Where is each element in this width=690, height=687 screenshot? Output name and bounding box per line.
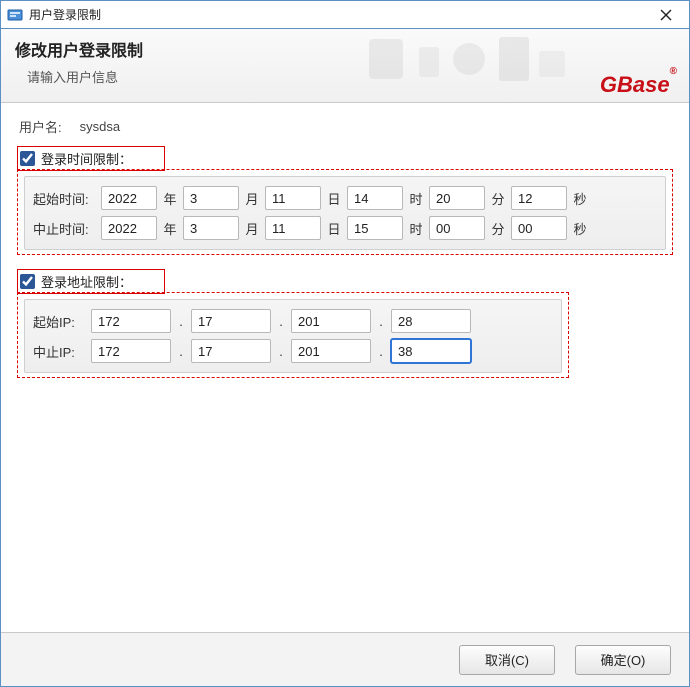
start-month-input[interactable] [183, 186, 239, 210]
unit-second: 秒 [573, 189, 587, 208]
ip-dot: . [177, 314, 185, 329]
addr-limit-colon: ： [119, 272, 132, 291]
end-ip-row: 中止IP: . . . [33, 336, 553, 366]
close-button[interactable] [643, 1, 689, 29]
ip-dot: . [277, 314, 285, 329]
start-ip-d-input[interactable] [391, 309, 471, 333]
close-icon [660, 9, 672, 21]
username-value: sysdsa [80, 119, 120, 134]
end-hour-input[interactable] [347, 216, 403, 240]
time-limit-group: 起始时间: 年 月 日 时 分 秒 中止时间: 年 [17, 169, 673, 255]
end-time-row: 中止时间: 年 月 日 时 分 秒 [33, 213, 657, 243]
end-ip-b-input[interactable] [191, 339, 271, 363]
username-row: 用户名: sysdsa [17, 117, 673, 136]
addr-limit-checkbox[interactable] [20, 274, 35, 289]
end-ip-label: 中止IP: [33, 342, 85, 361]
start-minute-input[interactable] [429, 186, 485, 210]
unit-day: 日 [327, 219, 341, 238]
start-ip-c-input[interactable] [291, 309, 371, 333]
time-limit-checkbox[interactable] [20, 151, 35, 166]
end-year-input[interactable] [101, 216, 157, 240]
end-day-input[interactable] [265, 216, 321, 240]
titlebar: 用户登录限制 [1, 1, 689, 29]
unit-hour: 时 [409, 219, 423, 238]
unit-second: 秒 [573, 219, 587, 238]
window-title: 用户登录限制 [29, 6, 101, 23]
ip-dot: . [177, 344, 185, 359]
header-banner: 修改用户登录限制 请输入用户信息 GBase® [1, 29, 689, 103]
start-time-label: 起始时间: [33, 189, 95, 208]
unit-minute: 分 [491, 189, 505, 208]
end-ip-a-input[interactable] [91, 339, 171, 363]
time-limit-panel: 起始时间: 年 月 日 时 分 秒 中止时间: 年 [24, 176, 666, 250]
addr-limit-group: 起始IP: . . . 中止IP: . . . [17, 292, 569, 378]
ok-button[interactable]: 确定(O) [575, 645, 671, 675]
time-limit-colon: ： [119, 149, 132, 168]
start-second-input[interactable] [511, 186, 567, 210]
start-ip-label: 起始IP: [33, 312, 85, 331]
addr-limit-panel: 起始IP: . . . 中止IP: . . . [24, 299, 562, 373]
content-area: 用户名: sysdsa 登录时间限制 ： 起始时间: 年 月 日 [1, 103, 689, 632]
start-ip-a-input[interactable] [91, 309, 171, 333]
unit-month: 月 [245, 189, 259, 208]
unit-year: 年 [163, 189, 177, 208]
start-ip-b-input[interactable] [191, 309, 271, 333]
end-month-input[interactable] [183, 216, 239, 240]
start-ip-row: 起始IP: . . . [33, 306, 553, 336]
ip-dot: . [377, 344, 385, 359]
addr-limit-checkbox-label: 登录地址限制 [41, 272, 119, 291]
start-hour-input[interactable] [347, 186, 403, 210]
start-year-input[interactable] [101, 186, 157, 210]
addr-limit-checkbox-wrap[interactable]: 登录地址限制 ： [17, 269, 165, 294]
time-limit-checkbox-wrap[interactable]: 登录时间限制 ： [17, 146, 165, 171]
button-bar: 取消(C) 确定(O) [1, 632, 689, 686]
dialog-window: 用户登录限制 修改用户登录限制 请输入用户信息 GBase® 用户名: sysd… [0, 0, 690, 687]
ip-dot: . [377, 314, 385, 329]
start-time-row: 起始时间: 年 月 日 时 分 秒 [33, 183, 657, 213]
unit-month: 月 [245, 219, 259, 238]
unit-minute: 分 [491, 219, 505, 238]
end-ip-d-input[interactable] [391, 339, 471, 363]
end-time-label: 中止时间: [33, 219, 95, 238]
app-icon [7, 7, 23, 23]
decorative-graphic [359, 29, 579, 89]
unit-day: 日 [327, 189, 341, 208]
cancel-button[interactable]: 取消(C) [459, 645, 555, 675]
username-label: 用户名: [19, 117, 62, 136]
time-limit-checkbox-label: 登录时间限制 [41, 149, 119, 168]
start-day-input[interactable] [265, 186, 321, 210]
end-second-input[interactable] [511, 216, 567, 240]
unit-hour: 时 [409, 189, 423, 208]
brand-logo: GBase® [600, 72, 677, 98]
ip-dot: . [277, 344, 285, 359]
unit-year: 年 [163, 219, 177, 238]
end-minute-input[interactable] [429, 216, 485, 240]
end-ip-c-input[interactable] [291, 339, 371, 363]
